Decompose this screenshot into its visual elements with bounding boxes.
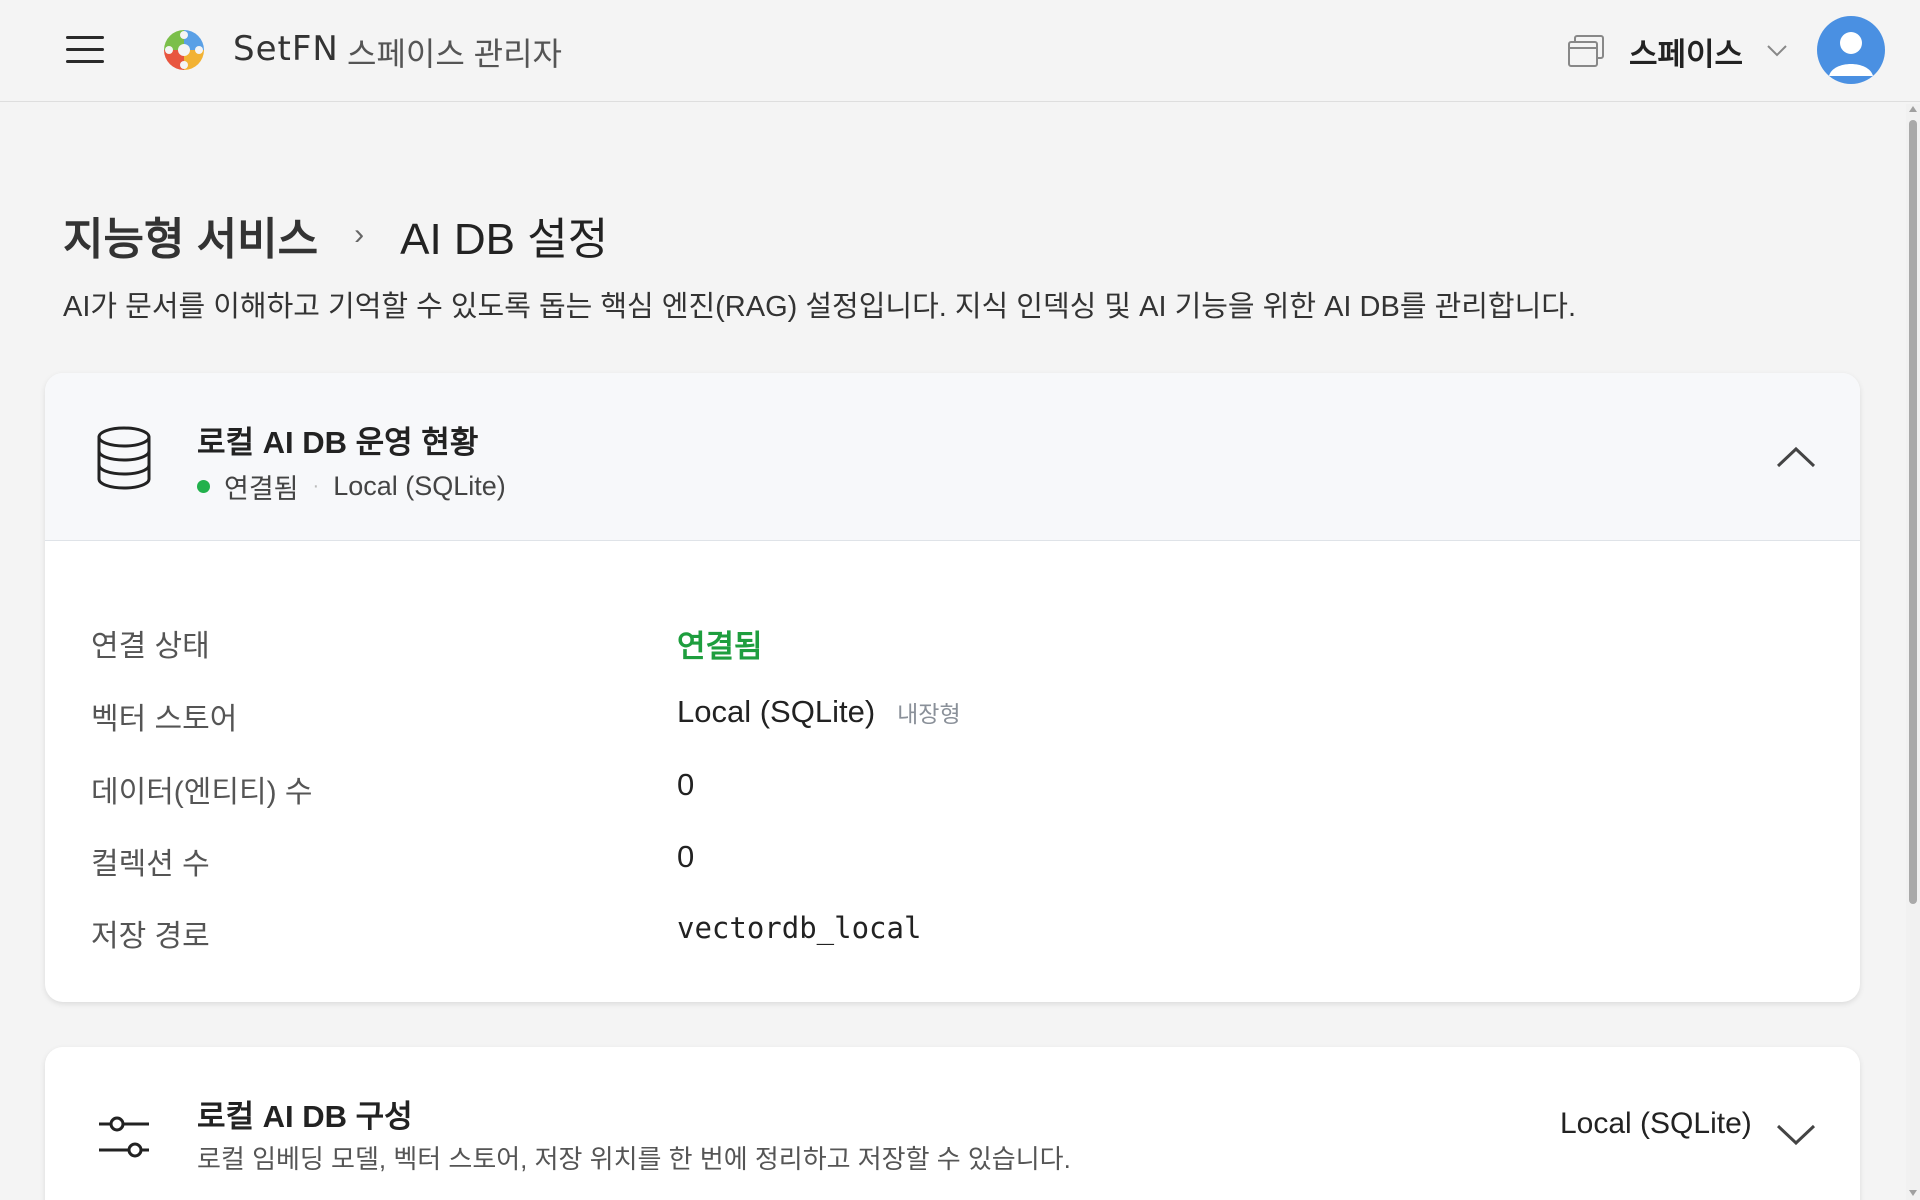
user-avatar-icon[interactable] <box>1817 16 1885 84</box>
logo-icon <box>164 30 204 70</box>
backend-text: Local (SQLite) <box>333 471 506 501</box>
detail-row: 저장 경로 vectordb_local <box>91 911 1791 953</box>
detail-row: 연결 상태 연결됨 <box>91 621 1791 664</box>
status-card: 로컬 AI DB 운영 현황 연결됨 · Local (SQLite) 연결 상… <box>45 373 1860 1002</box>
row-value: 0 <box>677 839 695 874</box>
status-dot-icon <box>197 480 210 493</box>
detail-row: 벡터 스토어 Local (SQLite) 내장형 <box>91 694 1791 736</box>
row-value: 연결됨 <box>677 629 763 664</box>
brand-name: SetFN <box>233 29 339 69</box>
row-label: 컬렉션 수 <box>91 848 210 881</box>
row-label: 벡터 스토어 <box>91 703 238 736</box>
row-label: 저장 경로 <box>91 920 210 953</box>
chevron-up-icon[interactable] <box>1775 445 1817 469</box>
breadcrumb-parent[interactable]: 지능형 서비스 <box>63 203 318 267</box>
chevron-down-icon[interactable] <box>1775 1123 1817 1147</box>
page-title: AI DB 설정 <box>400 215 609 264</box>
status-separator: · <box>312 475 320 497</box>
window-stack-icon <box>1568 35 1604 67</box>
builtin-tag: 내장형 <box>897 701 961 727</box>
page-scrollbar[interactable] <box>1906 104 1920 1200</box>
brand-subtitle: 스페이스 관리자 <box>347 36 562 72</box>
scroll-thumb[interactable] <box>1909 120 1917 904</box>
config-card-subtitle: 로컬 임베딩 모델, 벡터 스토어, 저장 위치를 한 번에 정리하고 저장할 … <box>197 1144 1071 1174</box>
breadcrumb-separator: › <box>354 218 365 251</box>
breadcrumb: 지능형 서비스 › AI DB 설정 <box>63 203 608 267</box>
selected-backend: Local (SQLite) <box>1560 1107 1752 1140</box>
status-card-title: 로컬 AI DB 운영 현황 <box>197 425 479 460</box>
chevron-down-icon[interactable] <box>1764 40 1790 60</box>
status-text: 연결됨 <box>224 474 299 504</box>
row-value-wrap: Local (SQLite) 내장형 <box>677 694 961 730</box>
detail-row: 데이터(엔티티) 수 0 <box>91 767 1791 809</box>
page-description: AI가 문서를 이해하고 기억할 수 있도록 돕는 핵심 엔진(RAG) 설정입… <box>63 291 1577 323</box>
config-card-header[interactable]: 로컬 AI DB 구성 로컬 임베딩 모델, 벡터 스토어, 저장 위치를 한 … <box>45 1047 1860 1200</box>
status-card-header[interactable]: 로컬 AI DB 운영 현황 연결됨 · Local (SQLite) <box>45 373 1860 541</box>
scroll-down-arrow[interactable] <box>1909 1190 1917 1196</box>
row-value: Local (SQLite) <box>677 694 876 729</box>
row-label: 데이터(엔티티) 수 <box>91 776 313 809</box>
config-card: 로컬 AI DB 구성 로컬 임베딩 모델, 벡터 스토어, 저장 위치를 한 … <box>45 1047 1860 1200</box>
detail-row: 컬렉션 수 0 <box>91 839 1791 881</box>
scroll-up-arrow[interactable] <box>1909 106 1917 112</box>
sliders-icon <box>99 1116 149 1158</box>
space-selector-label[interactable]: 스페이스 <box>1629 29 1743 74</box>
config-card-title: 로컬 AI DB 구성 <box>197 1099 413 1134</box>
row-value: 0 <box>677 767 695 802</box>
row-label: 연결 상태 <box>91 630 210 663</box>
top-bar: SetFN 스페이스 관리자 스페이스 <box>0 0 1920 102</box>
database-icon <box>97 426 151 490</box>
row-value: vectordb_local <box>677 911 922 945</box>
menu-icon[interactable] <box>62 30 108 70</box>
connection-status-line: 연결됨 · Local (SQLite) <box>197 467 506 506</box>
